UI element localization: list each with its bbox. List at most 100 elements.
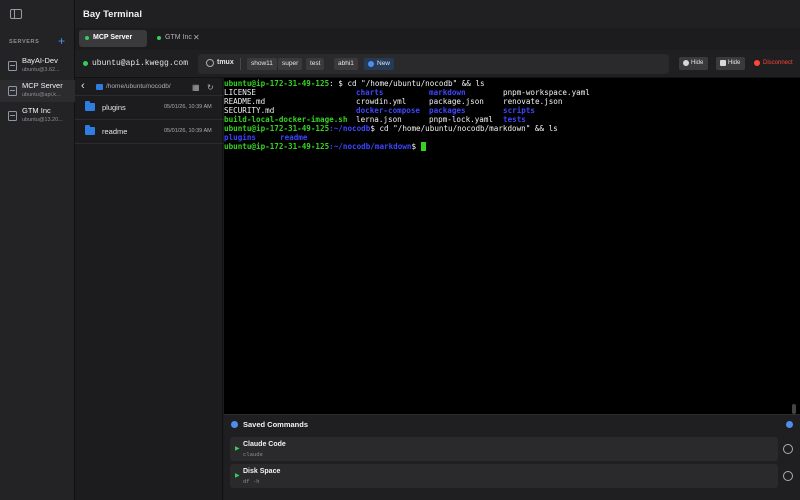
connection-status-icon	[83, 61, 88, 66]
tab-mcp-server[interactable]: MCP Server	[79, 30, 147, 47]
terminal-line: ubuntu@ip-172-31-49-125:~/nocodb$ cd "/h…	[224, 124, 558, 133]
file-row[interactable]: readme 05/01/26, 10:39 AM	[75, 121, 223, 144]
play-icon[interactable]: ▶	[235, 445, 240, 452]
file-date: 05/01/26, 10:39 AM	[164, 128, 212, 134]
ls-entry: crowdin.yml	[356, 97, 407, 106]
connection-bar: ubuntu@api.kwegg.com tmux show11 super t…	[75, 50, 800, 78]
tmux-session-chip[interactable]: abhi1	[334, 58, 358, 70]
folder-icon	[85, 101, 95, 111]
command-text: $ cd "/home/ubuntu/nocodb/markdown" && l…	[370, 124, 558, 133]
tab-bar: MCP Server GTM Inc ✕	[75, 28, 800, 50]
ls-entry: markdown	[429, 88, 466, 97]
terminal-output[interactable]: ubuntu@ip-172-31-49-125: $ cd "/home/ubu…	[224, 78, 800, 414]
command-text: : $ cd "/home/ubuntu/nocodb" && ls	[329, 79, 485, 88]
hide-icon	[683, 60, 689, 66]
prompt-user: ubuntu@ip-172-31-49-125	[224, 79, 330, 88]
prompt-user: ubuntu@ip-172-31-49-125	[224, 124, 330, 133]
hide-label: Hide	[691, 60, 704, 66]
server-item-gtm-inc[interactable]: GTM Inc ubuntu@13.20...	[0, 105, 75, 127]
add-server-button[interactable]: +	[58, 34, 65, 48]
refresh-icon[interactable]: ↻	[207, 83, 214, 92]
prompt-path: :~/nocodb/markdown	[329, 142, 412, 151]
new-session-button[interactable]: New	[364, 58, 395, 70]
play-icon[interactable]: ▶	[235, 472, 240, 479]
file-row[interactable]: plugins 05/01/26, 10:39 AM	[75, 97, 223, 120]
disconnect-button[interactable]: Disconnect	[751, 57, 798, 70]
server-sidebar: SERVERS + BayAI-Dev ubuntu@3.62... MCP S…	[0, 0, 75, 500]
ls-entry: README.md	[224, 97, 266, 106]
server-host: ubuntu@13.20...	[22, 117, 63, 123]
add-command-button[interactable]	[786, 421, 793, 428]
command-name: Claude Code	[243, 441, 286, 448]
server-name: MCP Server	[22, 81, 63, 90]
tmux-session-chip[interactable]: show11	[247, 58, 277, 70]
server-name: BayAI-Dev	[22, 56, 58, 65]
ls-entry: build-local-docker-image.sh	[224, 115, 348, 124]
command-text: df -h	[243, 478, 260, 485]
server-name: GTM Inc	[22, 106, 51, 115]
panel-icon	[720, 60, 726, 66]
current-path: /home/ubuntu/nocodb/	[106, 83, 171, 90]
command-text: $	[411, 142, 417, 151]
ls-entry: docker-compose	[356, 106, 421, 115]
terminal-line: ubuntu@ip-172-31-49-125: $ cd "/home/ubu…	[224, 79, 485, 88]
status-dot-icon	[157, 36, 161, 40]
app-title: Bay Terminal	[83, 9, 142, 20]
disconnect-icon	[754, 60, 760, 66]
prompt-path: :~/nocodb	[329, 124, 371, 133]
hide-label: Hide	[728, 60, 741, 66]
folder-icon	[96, 84, 103, 90]
ls-entry: plugins	[224, 133, 257, 142]
divider	[240, 58, 241, 70]
ls-entry: package.json	[429, 97, 484, 106]
terminal-scrollbar[interactable]	[792, 404, 796, 414]
tmux-session-chip[interactable]: test	[306, 58, 325, 70]
close-tab-icon[interactable]: ✕	[193, 33, 200, 42]
tmux-session-chip[interactable]: super	[278, 58, 303, 70]
ls-entry: renovate.json	[503, 97, 563, 106]
run-command-icon[interactable]	[783, 444, 793, 454]
saved-commands-panel: Saved Commands ▶ Claude Code claude ▶ Di…	[224, 414, 800, 500]
sidebar-toggle-icon[interactable]	[10, 9, 22, 19]
status-dot-icon	[85, 36, 89, 40]
file-name: plugins	[102, 103, 126, 112]
terminal-line: ubuntu@ip-172-31-49-125:~/nocodb/markdow…	[224, 142, 416, 151]
server-host: ubuntu@3.62...	[22, 67, 60, 73]
server-icon	[8, 61, 17, 71]
saved-command-item[interactable]: ▶ Disk Space df -h	[230, 464, 778, 488]
connection-host: ubuntu@api.kwegg.com	[92, 59, 189, 68]
ls-entry: SECURITY.md	[224, 106, 275, 115]
file-name: readme	[102, 127, 128, 136]
file-date: 05/01/26, 10:39 AM	[164, 104, 212, 110]
ls-entry: charts	[356, 88, 384, 97]
ls-entry: pnpm-lock.yaml	[429, 115, 494, 124]
ls-entry: LICENSE	[224, 88, 257, 97]
ls-entry: pnpm-workspace.yaml	[503, 88, 590, 97]
saved-commands-title: Saved Commands	[243, 420, 309, 429]
servers-section-label: SERVERS	[9, 39, 40, 45]
hide-button[interactable]: Hide	[679, 57, 709, 70]
server-icon	[8, 86, 17, 96]
disconnect-label: Disconnect	[763, 60, 793, 66]
path-bar: ‹ /home/ubuntu/nocodb/ ▦ ↻	[75, 78, 223, 96]
hide-panel-button[interactable]: Hide	[716, 57, 746, 70]
tab-label: MCP Server	[93, 34, 133, 41]
command-text: claude	[243, 451, 263, 458]
saved-command-item[interactable]: ▶ Claude Code claude	[230, 437, 778, 461]
tab-gtm-inc[interactable]: GTM Inc ✕	[151, 30, 211, 47]
ls-entry: packages	[429, 106, 466, 115]
server-item-bayai-dev[interactable]: BayAI-Dev ubuntu@3.62...	[0, 55, 75, 77]
ls-entry: scripts	[503, 106, 536, 115]
server-icon	[8, 111, 17, 121]
run-command-icon[interactable]	[783, 471, 793, 481]
tmux-session-bar: tmux show11 super test abhi1 New	[198, 54, 669, 74]
history-icon	[206, 59, 214, 67]
back-icon[interactable]: ‹	[81, 80, 85, 92]
command-name: Disk Space	[243, 468, 281, 475]
ls-entry: lerna.json	[356, 115, 402, 124]
ls-entry: readme	[280, 133, 308, 142]
grid-view-icon[interactable]: ▦	[192, 83, 200, 92]
terminal-cursor	[421, 142, 426, 151]
server-item-mcp-server[interactable]: MCP Server ubuntu@api.k...	[0, 80, 75, 102]
title-bar: Bay Terminal	[75, 0, 800, 28]
